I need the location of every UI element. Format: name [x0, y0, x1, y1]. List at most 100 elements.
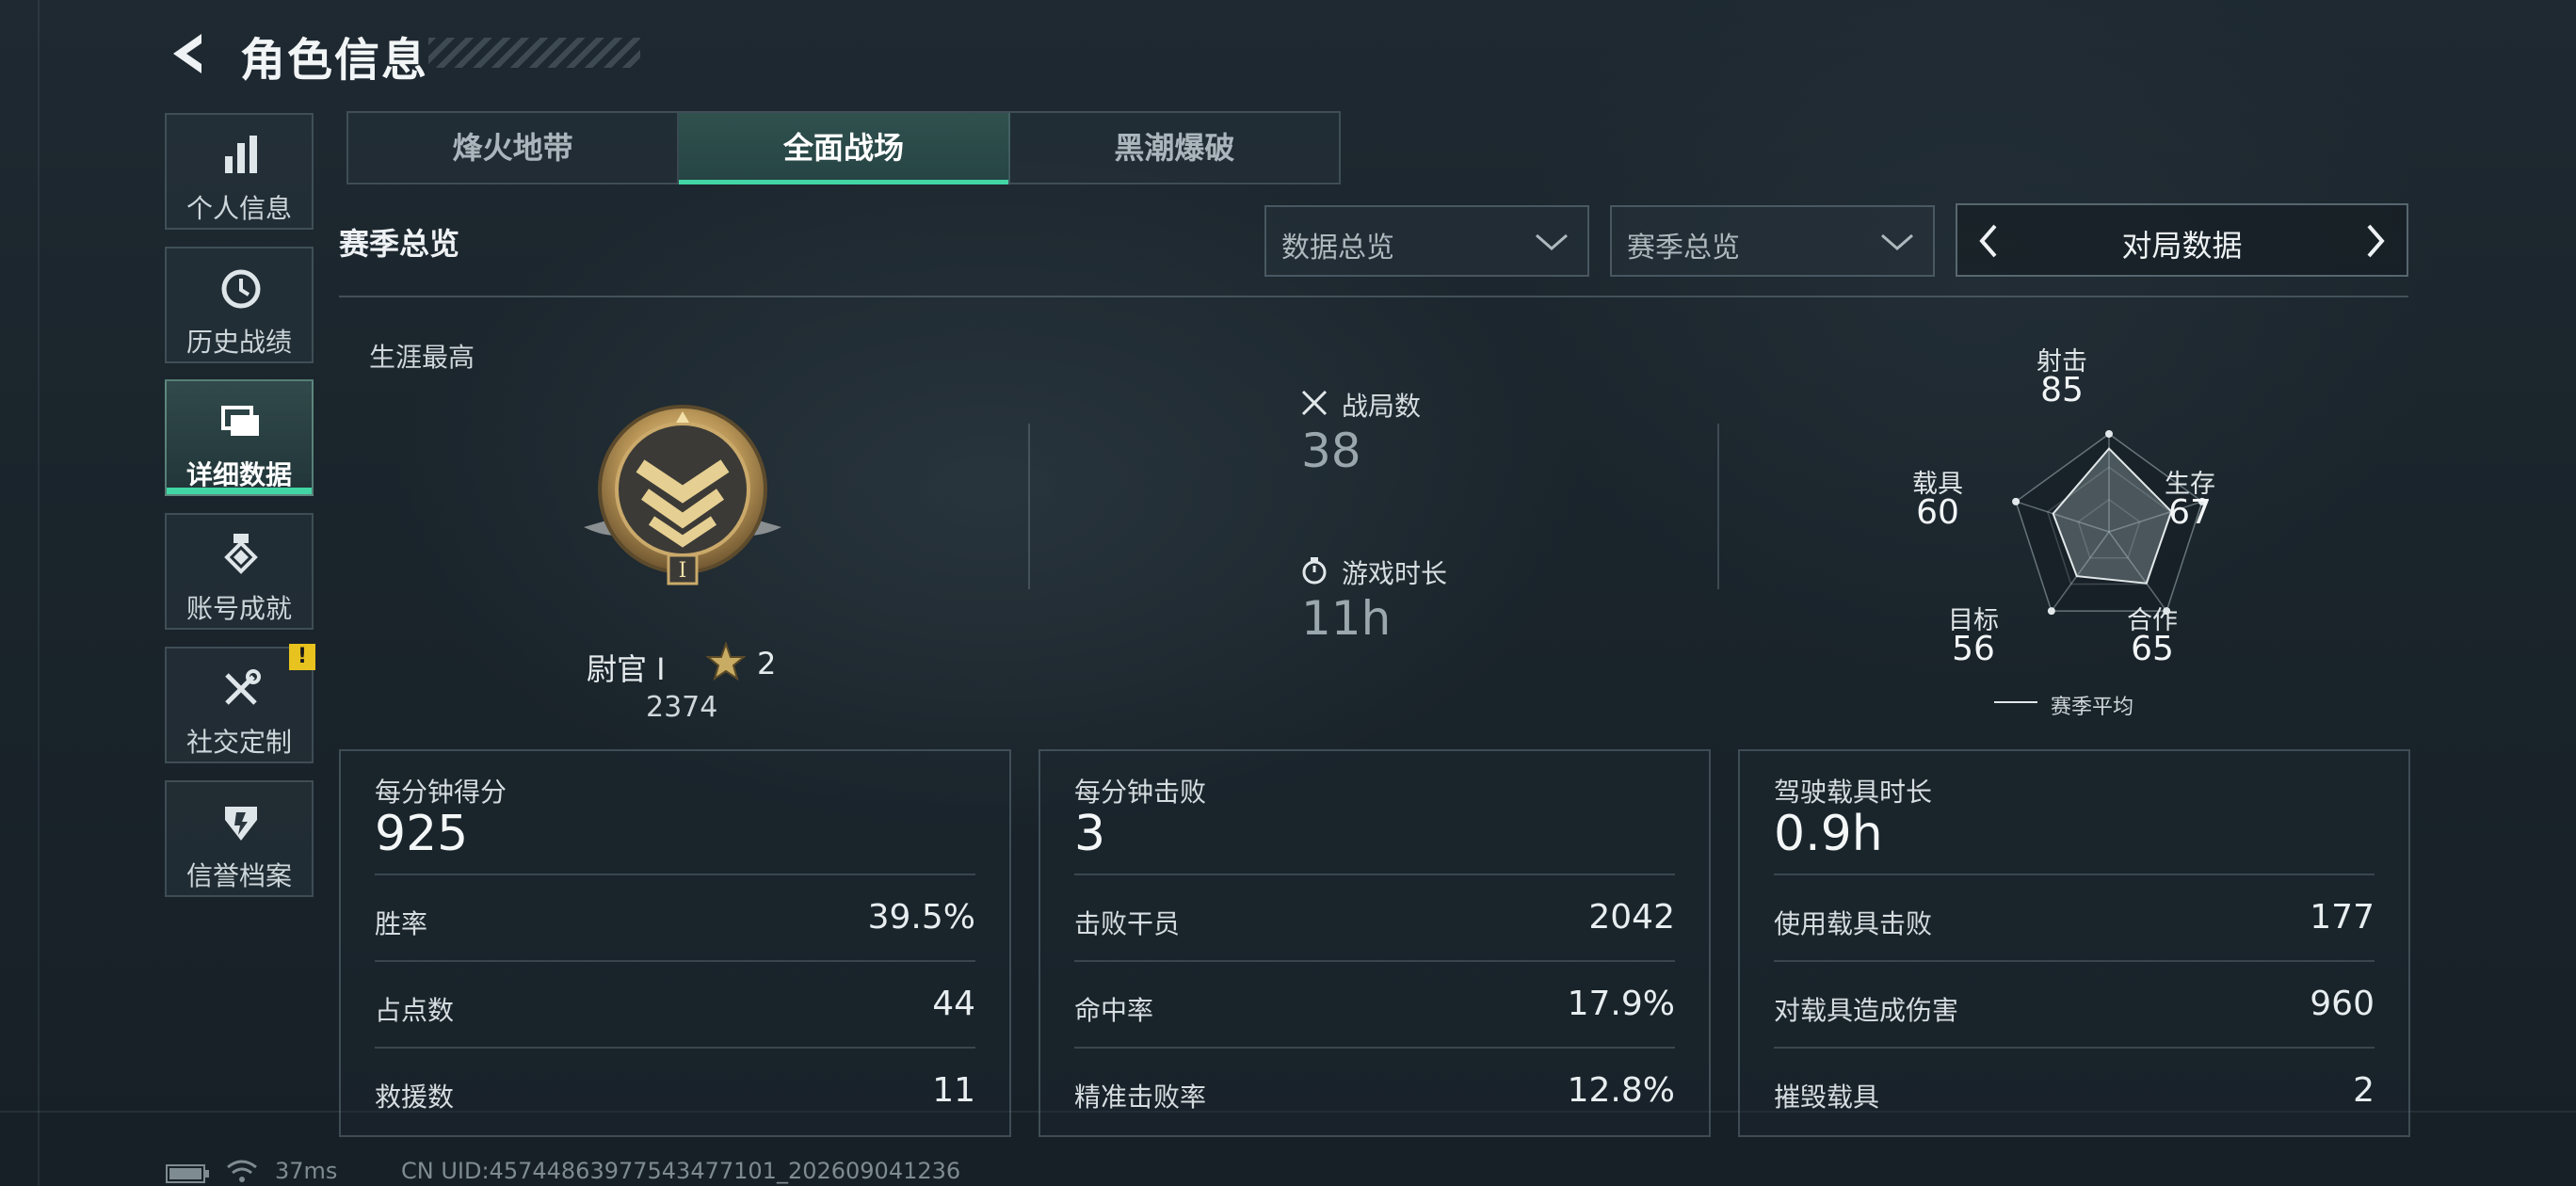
sidebar-item-label: 账号成就: [185, 593, 292, 624]
rank-emblem: I: [584, 405, 781, 585]
sidebar-item-label: 个人信息: [185, 193, 292, 224]
stat-key: 摧毁载具: [1774, 1082, 1880, 1113]
card-head-value: 3: [1074, 806, 1106, 862]
sidebar-item-label: 信誉档案: [185, 860, 292, 891]
user-uid: CN UID:45744863977543477101_202609041236: [401, 1158, 961, 1184]
radar-label-survival: 生存 67: [2162, 471, 2218, 530]
tab-full-battlefield[interactable]: 全面战场: [679, 113, 1010, 184]
matches-label: 战局数: [1342, 391, 1422, 422]
alert-badge: !: [289, 644, 315, 670]
stat-value: 12.8%: [1567, 1071, 1675, 1110]
stat-card-vehicle: 驾驶载具时长 0.9h 使用载具击败 177 对载具造成伤害 960 摧毁载具 …: [1738, 749, 2410, 1137]
tab-dark-tide[interactable]: 黑潮爆破: [1010, 113, 1339, 183]
medal-icon: [224, 534, 258, 574]
stat-value: 177: [2310, 898, 2375, 937]
radar-point: [2047, 607, 2055, 616]
radar-legend: 赛季平均: [2051, 696, 2134, 719]
rank-name: 尉官 I: [587, 651, 666, 687]
divider: [339, 296, 2408, 297]
stat-key: 救援数: [375, 1082, 455, 1113]
mode-tabs: 烽火地带 全面战场 黑潮爆破: [346, 111, 1341, 184]
emblem-numeral: I: [679, 559, 687, 583]
stat-key: 精准击败率: [1074, 1082, 1207, 1113]
stat-row: 摧毁载具 2: [1774, 1047, 2375, 1135]
sidebar-item-label: 社交定制: [185, 727, 292, 758]
stat-key: 命中率: [1074, 995, 1154, 1026]
radar-label-vehicle: 载具 60: [1909, 471, 1966, 530]
stat-key: 使用载具击败: [1774, 908, 1933, 939]
season-overview-dropdown[interactable]: 赛季总览: [1610, 205, 1935, 277]
chevron-down-icon: [1536, 233, 1568, 250]
matches-value: 38: [1301, 424, 1361, 478]
tools-icon: [225, 669, 261, 705]
radar-label-objective: 目标 56: [1945, 607, 2002, 666]
divider: [1717, 424, 1719, 589]
bar-chart-icon: [225, 136, 257, 173]
sidebar-item-label: 详细数据: [185, 459, 292, 490]
rank-points: 2374: [646, 691, 718, 724]
card-head-label: 每分钟击败: [1074, 777, 1207, 808]
stat-value: 2042: [1588, 898, 1675, 937]
rank-stars-count: 2: [757, 646, 777, 681]
card-head-value: 0.9h: [1774, 806, 1883, 862]
radar-point: [2012, 497, 2021, 505]
divider: [1028, 424, 1030, 589]
card-head-value: 925: [375, 806, 469, 862]
sidebar-item-personal-info[interactable]: 个人信息: [165, 113, 314, 230]
active-indicator: [167, 488, 312, 494]
stat-row: 击败干员 2042: [1074, 873, 1675, 962]
data-type-switcher: 对局数据: [1956, 203, 2408, 277]
stat-key: 对载具造成伤害: [1774, 995, 1959, 1026]
sidebar-item-credit[interactable]: 信誉档案: [165, 780, 314, 897]
stat-row: 对载具造成伤害 960: [1774, 960, 2375, 1049]
star-icon: [706, 642, 746, 681]
stopwatch-icon: [1302, 557, 1327, 585]
chevron-right-icon[interactable]: [2356, 222, 2393, 260]
career-best-label: 生涯最高: [369, 342, 475, 373]
stat-key: 击败干员: [1074, 908, 1181, 939]
sidebar-item-detailed-data[interactable]: 详细数据: [165, 379, 314, 496]
sidebar-item-achievements[interactable]: 账号成就: [165, 513, 314, 630]
stat-row: 命中率 17.9%: [1074, 960, 1675, 1049]
radar-axis-value: 85: [2040, 371, 2084, 409]
stat-key: 占点数: [375, 995, 455, 1026]
stat-value: 11: [932, 1071, 975, 1110]
play-time-label: 游戏时长: [1342, 558, 1448, 589]
stat-row: 精准击败率 12.8%: [1074, 1047, 1675, 1135]
stat-value: 39.5%: [867, 898, 975, 937]
tab-warzone[interactable]: 烽火地带: [348, 113, 680, 183]
crossed-swords-icon: [1301, 390, 1328, 416]
back-arrow-icon[interactable]: [168, 30, 215, 77]
legend-line: [1994, 701, 2037, 703]
stat-value: 960: [2310, 985, 2375, 1023]
shield-icon: [225, 807, 257, 841]
stat-key: 胜率: [375, 908, 428, 939]
stat-value: 44: [932, 985, 975, 1023]
deco-line: [38, 0, 40, 1186]
stat-row: 救援数 11: [375, 1047, 975, 1135]
switcher-label: 对局数据: [2121, 228, 2243, 264]
play-time-value: 11h: [1301, 591, 1392, 646]
radar-label-shooting: 射击 85: [2034, 348, 2090, 409]
stat-card-kills: 每分钟击败 3 击败干员 2042 命中率 17.9% 精准击败率 12.8%: [1038, 749, 1711, 1137]
chevron-down-icon: [1881, 233, 1913, 250]
data-overview-dropdown[interactable]: 数据总览: [1264, 205, 1589, 277]
dropdown-value: 赛季总览: [1627, 232, 1740, 264]
ping-latency: 37ms: [275, 1158, 338, 1184]
radar-point: [2105, 430, 2113, 438]
stat-value: 2: [2353, 1071, 2375, 1110]
history-clock-icon: [221, 269, 261, 309]
wifi-icon: [227, 1160, 257, 1182]
sidebar-item-history[interactable]: 历史战绩: [165, 247, 314, 363]
radar-axis-value: 65: [2131, 630, 2174, 668]
stat-row: 占点数 44: [375, 960, 975, 1049]
card-head-label: 每分钟得分: [375, 777, 507, 808]
folder-icon: [221, 406, 259, 436]
stat-row: 使用载具击败 177: [1774, 873, 2375, 962]
card-head-label: 驾驶载具时长: [1774, 777, 1933, 808]
stat-value: 17.9%: [1567, 985, 1675, 1023]
page-title: 角色信息: [240, 34, 429, 87]
title-decoration: [428, 38, 640, 68]
battery-icon: [166, 1164, 209, 1183]
section-title: 赛季总览: [339, 226, 460, 262]
